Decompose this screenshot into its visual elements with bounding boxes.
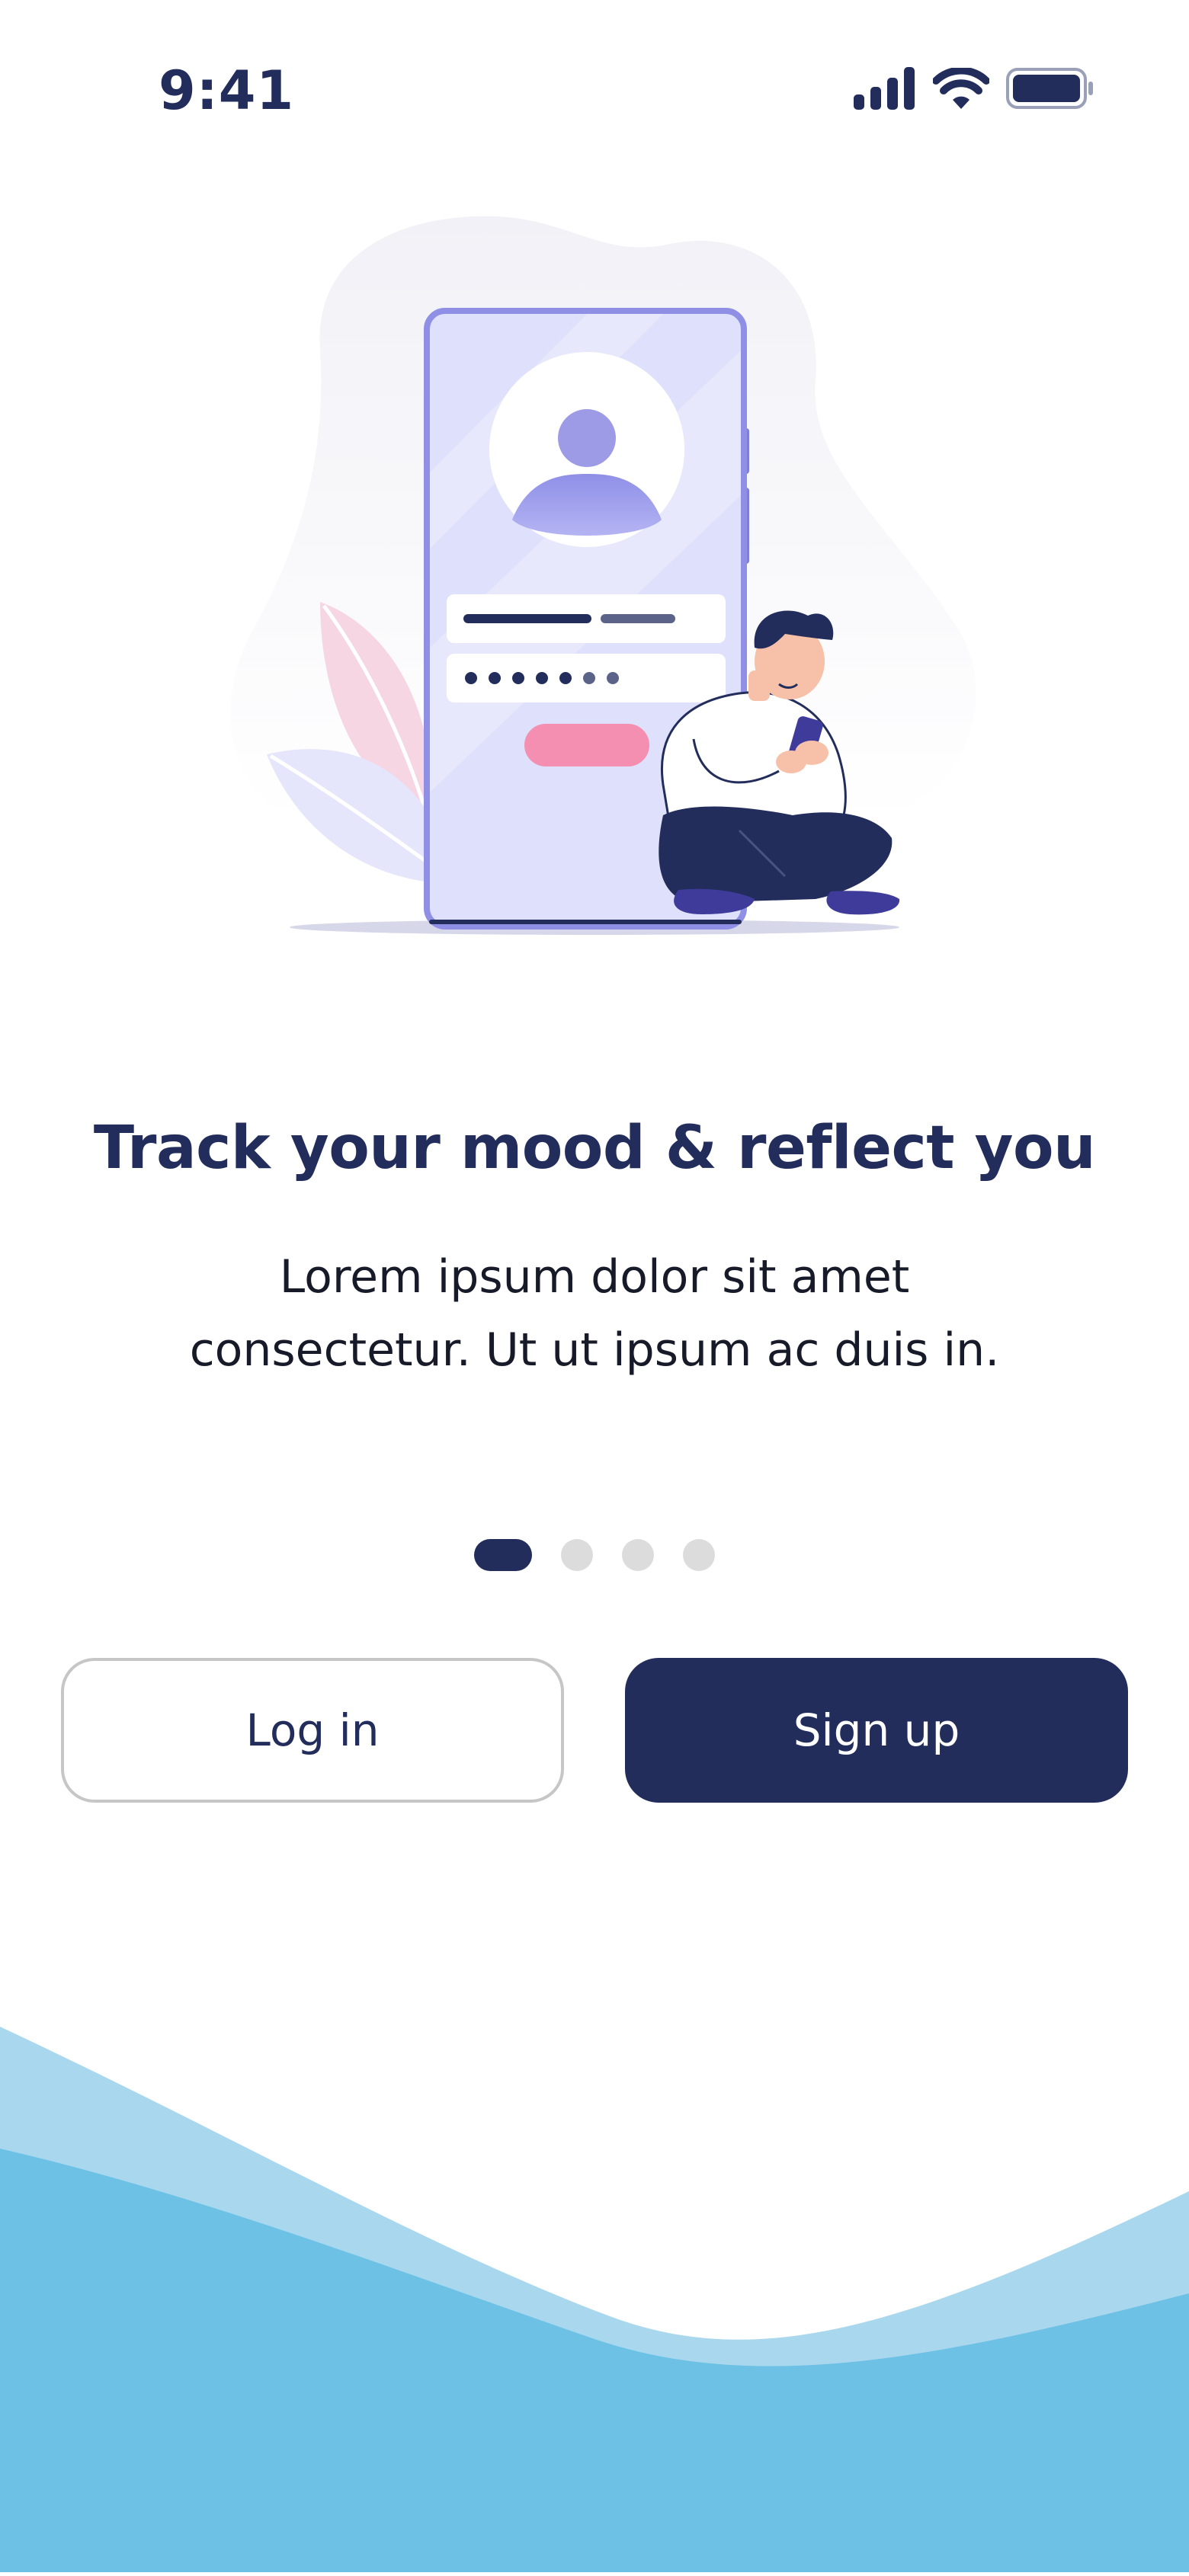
battery-icon xyxy=(1006,68,1094,113)
login-button[interactable]: Log in xyxy=(61,1658,564,1803)
signup-button[interactable]: Sign up xyxy=(625,1658,1128,1803)
status-icons xyxy=(854,66,1094,114)
subtitle-line-1: Lorem ipsum dolor sit amet xyxy=(279,1250,910,1304)
pagination-dots xyxy=(0,1539,1189,1571)
pagination-dot-3[interactable] xyxy=(622,1539,654,1571)
subtitle-line-2: consectetur. Ut ut ipsum ac duis in. xyxy=(189,1323,1000,1377)
decorative-waves xyxy=(0,1996,1189,2572)
pagination-dot-2[interactable] xyxy=(561,1539,593,1571)
pagination-dot-4[interactable] xyxy=(683,1539,715,1571)
onboarding-subtitle: Lorem ipsum dolor sit amet consectetur. … xyxy=(137,1240,1052,1387)
signal-icon xyxy=(854,67,916,114)
pagination-dot-1[interactable] xyxy=(474,1539,532,1571)
status-time: 9:41 xyxy=(159,59,295,122)
hero-illustration xyxy=(206,206,983,952)
status-bar: 9:41 xyxy=(0,0,1189,175)
wifi-icon xyxy=(932,66,990,113)
wave-dark xyxy=(0,2149,1189,2572)
onboarding-title: Track your mood & reflect you xyxy=(93,1114,1096,1182)
